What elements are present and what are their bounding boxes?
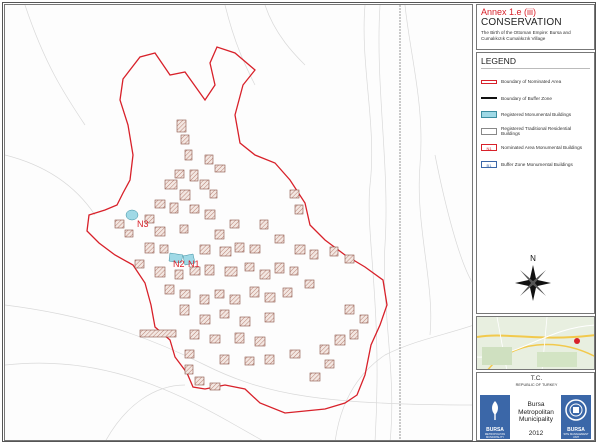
municipality-name: Bursa Metropolitan Municipality [510, 401, 562, 424]
north-label: N [530, 254, 536, 263]
legend-item-traditional: Registered Traditional Residential Build… [481, 125, 590, 138]
legend-label: Boundary of Buffer Zone [501, 95, 552, 101]
legend-title: LEGEND [481, 56, 590, 69]
map-view[interactable]: N3 N2 N1 [4, 4, 473, 441]
locator-map[interactable] [476, 316, 595, 370]
cyan-fill-swatch-icon [481, 111, 497, 118]
municipality-line-2: Metropolitan [518, 408, 554, 416]
legend-item-buffer-boundary: Boundary of Buffer Zone [481, 92, 590, 105]
legend-item-monumental: Registered Monumental Buildings [481, 108, 590, 121]
map-label-n3: N3 [137, 219, 149, 229]
credits-block: T.C. REPUBLIC OF TURKEY BURSA METROPOLIT… [476, 372, 595, 441]
legend-label: Buffer Zone Monumental Buildings [501, 161, 573, 167]
legend-item-nominated-boundary: Boundary of Nominated Area [481, 75, 590, 88]
credits-header: T.C. REPUBLIC OF TURKEY [477, 375, 596, 389]
legend-label: Boundary of Nominated Area [501, 79, 562, 84]
legend-item-buffer-monument: B1 Buffer Zone Monumental Buildings [481, 158, 590, 171]
legend-label: Registered Traditional Residential Build… [501, 126, 572, 136]
map-label-n1: N1 [188, 259, 200, 269]
north-arrow-icon: N [515, 254, 551, 301]
legend-item-nominated-monument: N1 Nominated Area Monumental Buildings [481, 141, 590, 154]
title-block: Annex 1.e (iii) CONSERVATION The Birth o… [476, 4, 595, 50]
map-subtitle: The Birth of the Ottoman Empire: Bursa a… [481, 30, 571, 41]
map-heading: CONSERVATION [481, 17, 562, 28]
legend-label: Nominated Area Monumental Buildings [501, 145, 583, 150]
municipality-line-3: Municipality [519, 416, 553, 423]
map-canvas[interactable]: N3 N2 N1 [5, 5, 473, 441]
empty-box-swatch-icon [481, 127, 497, 135]
circle-emblem-icon [565, 399, 587, 421]
logo-right-subtitle: SITE MANAGEMENT UNIT [563, 433, 589, 439]
tc-label: T.C. [530, 375, 543, 382]
map-year: 2012 [528, 430, 544, 437]
building-plots [114, 119, 369, 391]
legend-label: Registered Monumental Buildings [501, 112, 572, 117]
tulip-emblem-icon [492, 401, 498, 420]
legend-panel: LEGEND Boundary of Nominated Area Bounda… [476, 52, 595, 339]
locator-map-canvas [477, 317, 594, 369]
municipality-line-1: Bursa [527, 401, 545, 408]
black-line-swatch-icon [481, 97, 497, 99]
location-pin-icon [574, 338, 580, 344]
red-box-swatch-icon: N1 [481, 144, 497, 151]
logo-left-subtitle: METROPOLITAN MUNICIPALITY [484, 433, 506, 439]
side-panel: Annex 1.e (iii) CONSERVATION The Birth o… [476, 4, 595, 441]
annex-label: Annex 1.e (iii) [481, 7, 537, 17]
republic-label: REPUBLIC OF TURKEY [515, 383, 558, 387]
bursa-municipality-logo: BURSA METROPOLITAN MUNICIPALITY [480, 395, 510, 439]
red-line-swatch-icon [481, 79, 497, 84]
blue-box-swatch-icon: B1 [481, 160, 497, 168]
map-label-n2: N2 [173, 259, 185, 269]
site-management-logo: BURSA SITE MANAGEMENT UNIT [561, 395, 591, 439]
